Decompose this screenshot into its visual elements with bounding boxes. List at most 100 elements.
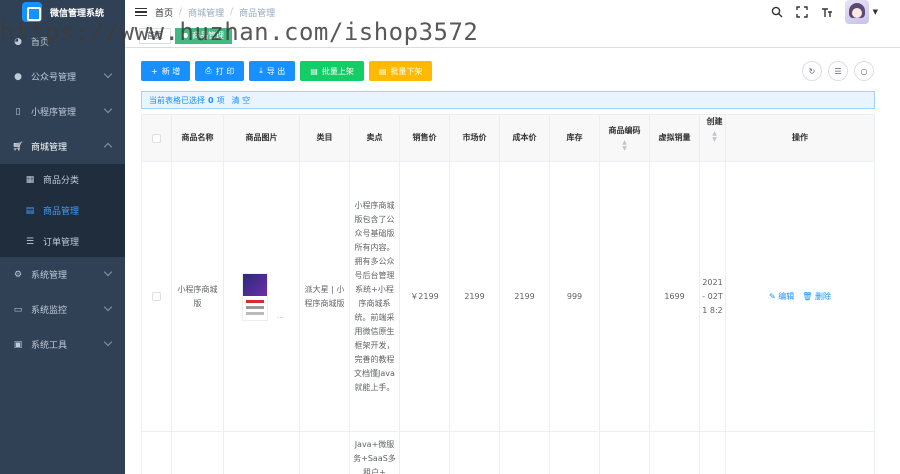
virtual-sales: 1699 [650, 162, 700, 431]
export-button[interactable]: ⤓ 导 出 [249, 61, 296, 81]
trash-icon: 🗑︎ [802, 291, 815, 301]
clear-selection-link[interactable]: 清 空 [232, 95, 251, 106]
edit-icon: ✎ [769, 291, 779, 301]
avatar[interactable] [844, 0, 869, 24]
breadcrumb-home[interactable]: 首页 [155, 6, 173, 19]
sidebar-item-system-monitor[interactable]: ▭ 系统监控 [0, 292, 125, 327]
product-selling-point: 小程序商城版包含了公众号基础版所有内容。拥有多公众号后台管理系统+小程序商城系统… [350, 162, 400, 431]
chevron-up-icon [103, 142, 113, 152]
header-cell: 销售价 [400, 115, 450, 161]
chevron-down-icon [103, 267, 113, 277]
sort-icon: ▲ ▼ [622, 139, 627, 152]
tag-home[interactable]: 首页 [139, 27, 171, 44]
header-cell: 库存 [550, 115, 600, 161]
product-name: 小程序商城版 [172, 162, 224, 431]
table-row: Java+微服务+SaaS多租户+ [142, 432, 875, 474]
breadcrumb-product: 商品管理 [239, 8, 276, 19]
navbar: 首页 / 商城管理 / 商品管理 ▼ [125, 0, 900, 24]
header-cell: 市场价 [450, 115, 500, 161]
printer-icon: ⎙ [205, 66, 212, 75]
sidebar-item-official-account[interactable]: ● 公众号管理 [0, 59, 125, 94]
tag-product-management[interactable]: 商品管理 [175, 27, 232, 44]
delete-button[interactable]: 🗑︎ 删除 [802, 290, 831, 304]
document-icon: ▤ [378, 66, 387, 76]
select-all-checkbox[interactable] [152, 133, 161, 143]
sidebar-item-product-management[interactable]: ▤ 商品管理 [0, 195, 125, 226]
print-button[interactable]: ⎙ 打 印 [195, 61, 245, 81]
selection-info: 当前表格已选择 0 项 清 空 [141, 91, 875, 109]
header-right: ▼ [760, 0, 878, 24]
header-cell-sortable[interactable]: 创建 ▲ ▼ [700, 115, 726, 161]
logo-icon [22, 2, 42, 22]
header-cell: 卖点 [350, 115, 400, 161]
chevron-down-icon [103, 337, 113, 347]
caret-down-icon[interactable]: ▼ [873, 8, 878, 16]
shopping-icon: ▤ [25, 205, 35, 216]
mobile-icon: ▯ [15, 106, 21, 117]
chevron-down-icon [103, 104, 113, 114]
selection-count: 0 [208, 95, 214, 105]
sort-icon: ▲ ▼ [712, 130, 717, 143]
sidebar-item-home[interactable]: ◕ 首页 [0, 24, 125, 59]
cart-icon: 🛒︎ [12, 141, 24, 152]
breadcrumb: 首页 / 商城管理 / 商品管理 [155, 6, 276, 19]
batch-on-shelf-button[interactable]: ▤ 批量上架 [300, 61, 364, 81]
market-price: 2199 [450, 162, 500, 431]
table-row: 小程序商城版 … 派大星 | 小程序商城版 小程序商城版包含了公众号基础版所有内… [142, 162, 875, 432]
batch-off-shelf-button[interactable]: ▤ 批量下架 [368, 61, 433, 81]
header-cell-sortable[interactable]: 商品编码 ▲ ▼ [600, 115, 650, 161]
sidebar-item-mini-program[interactable]: ▯ 小程序管理 [0, 94, 125, 129]
header-cell: 商品图片 [224, 115, 300, 161]
breadcrumb-mall: 商城管理 [188, 8, 225, 19]
gear-icon: ⚙ [13, 269, 23, 280]
stock: 999 [550, 162, 600, 431]
product-selling-point: Java+微服务+SaaS多租户+ [350, 432, 400, 474]
table-header: 商品名称 商品图片 类目 卖点 销售价 市场价 成本价 库存 商品编码 ▲ ▼ 虚… [142, 115, 875, 162]
header-cell: 成本价 [500, 115, 550, 161]
app-logo[interactable]: 微信管理系统 [0, 0, 125, 24]
column-settings-icon[interactable]: ☰ [828, 61, 848, 81]
main-content: + 新 增 ⎙ 打 印 ⤓ 导 出 ▤ 批量上架 ▤ 批量下架 ↻ ☰ ○ 当前表格已选择… [125, 48, 900, 474]
add-button[interactable]: + 新 增 [141, 61, 191, 81]
sidebar-item-order-management[interactable]: ☰ 订单管理 [0, 226, 125, 257]
product-table: 商品名称 商品图片 类目 卖点 销售价 市场价 成本价 库存 商品编码 ▲ ▼ 虚… [141, 114, 875, 474]
header-cell: 类目 [300, 115, 350, 161]
sidebar: 微信管理系统 ◕ 首页 ● 公众号管理 ▯ 小程序管理 🛒︎ 商城管理 ▦ 商品… [0, 0, 125, 474]
header-cell: 虚拟销量 [650, 115, 700, 161]
document-icon: ▤ [310, 66, 318, 76]
cost-price: 2199 [500, 162, 550, 431]
hamburger-icon[interactable] [135, 6, 147, 19]
product-image[interactable]: … [239, 271, 284, 323]
search-toggle-icon[interactable]: ○ [854, 61, 874, 81]
toolbox-icon: ▣ [13, 339, 23, 350]
sale-price: ￥2199 [400, 162, 450, 431]
row-checkbox[interactable] [152, 292, 161, 301]
dashboard-icon: ◕ [14, 36, 22, 47]
font-size-icon[interactable] [819, 4, 835, 20]
table-tools: ↻ ☰ ○ [796, 61, 874, 81]
sidebar-submenu-mall: ▦ 商品分类 ▤ 商品管理 ☰ 订单管理 [0, 164, 125, 257]
tags-view: 首页 商品管理 [125, 24, 900, 48]
list-icon: ☰ [25, 236, 35, 247]
search-icon[interactable] [769, 4, 785, 20]
row-actions: ✎ 编辑 🗑︎ 删除 [726, 162, 875, 431]
product-code [600, 162, 650, 431]
sidebar-item-mall[interactable]: 🛒︎ 商城管理 [0, 129, 125, 164]
chevron-down-icon [103, 302, 113, 312]
chevron-down-icon [103, 69, 113, 79]
edit-button[interactable]: ✎ 编辑 [769, 290, 794, 304]
plus-icon: + [151, 66, 158, 76]
fullscreen-icon[interactable] [794, 4, 810, 20]
sidebar-item-system-tools[interactable]: ▣ 系统工具 [0, 327, 125, 362]
wechat-icon: ● [14, 71, 22, 82]
refresh-icon[interactable]: ↻ [802, 61, 822, 81]
sidebar-item-system-management[interactable]: ⚙ 系统管理 [0, 257, 125, 292]
download-icon: ⤓ [259, 66, 263, 75]
header-cell: 操作 [726, 115, 875, 161]
app-title: 微信管理系统 [50, 8, 105, 19]
table-icon: ▦ [25, 174, 35, 185]
product-category: 派大星 | 小程序商城版 [300, 162, 350, 431]
created-time: 2021- 02T1 8:2 [700, 162, 726, 431]
sidebar-item-product-category[interactable]: ▦ 商品分类 [0, 164, 125, 195]
toolbar: + 新 增 ⎙ 打 印 ⤓ 导 出 ▤ 批量上架 ▤ 批量下架 [141, 61, 437, 81]
